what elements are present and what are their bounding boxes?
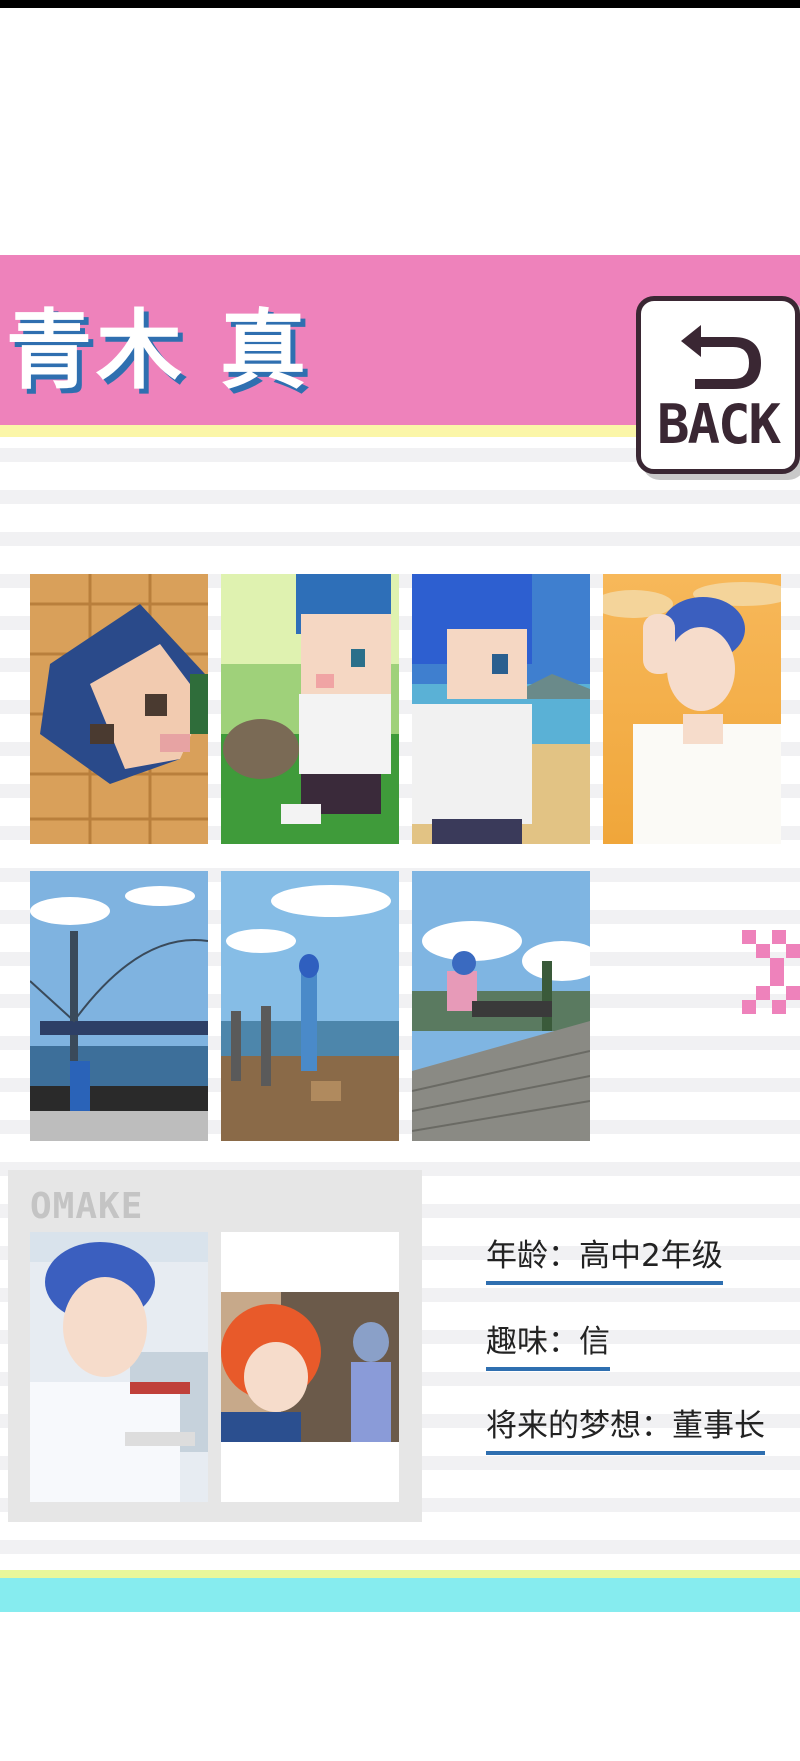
- footer-band: [0, 1578, 800, 1612]
- gallery-thumb-6[interactable]: [221, 871, 399, 1141]
- back-button[interactable]: BACK: [636, 296, 800, 474]
- gallery-thumb-7[interactable]: [412, 871, 590, 1141]
- footer-accent-strip: [0, 1570, 800, 1578]
- info-hobby: 趣味：信: [486, 1316, 610, 1371]
- back-label: BACK: [656, 393, 781, 456]
- back-arrow-icon: [681, 325, 761, 389]
- gallery-thumb-4[interactable]: [603, 574, 781, 844]
- info-age: 年龄：高中2年级: [486, 1230, 723, 1285]
- gallery-thumb-3[interactable]: [412, 574, 590, 844]
- omake-panel: OMAKE: [8, 1170, 422, 1522]
- gallery-thumb-2[interactable]: [221, 574, 399, 844]
- character-name: 青木 真: [6, 301, 310, 401]
- gallery-thumb-5[interactable]: [30, 871, 208, 1141]
- omake-thumb-1[interactable]: [30, 1232, 208, 1502]
- header-accent-strip: [0, 425, 640, 437]
- omake-label: OMAKE: [30, 1186, 144, 1227]
- omake-thumb-2[interactable]: [221, 1232, 399, 1502]
- gallery-thumb-1[interactable]: [30, 574, 208, 844]
- info-dream: 将来的梦想：董事长: [486, 1400, 765, 1455]
- status-bar: [0, 0, 800, 8]
- chevron-right-icon[interactable]: [742, 930, 800, 1016]
